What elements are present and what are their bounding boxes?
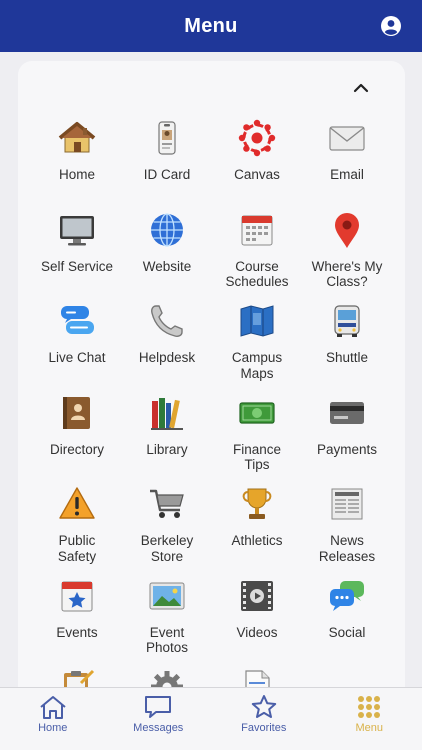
menu-item-email[interactable]: Email — [302, 117, 392, 209]
envelope-icon — [326, 117, 368, 159]
event-calendar-icon — [56, 575, 98, 617]
menu-item-finance-tips[interactable]: Finance Tips — [212, 392, 302, 484]
shopping-cart-icon — [146, 483, 188, 525]
app-header: Menu — [0, 0, 422, 52]
warning-icon — [56, 483, 98, 525]
menu-item-label: Payments — [316, 441, 378, 457]
menu-item-athletics[interactable]: Athletics — [212, 483, 302, 575]
menu-item-label: Canvas — [234, 167, 280, 182]
menu-item-label: Course Schedules — [225, 258, 289, 290]
menu-item-label: Berkeley Store — [140, 533, 194, 564]
account-circle-icon[interactable] — [381, 16, 401, 36]
menu-item-label: Website — [142, 258, 192, 274]
tab-favorites[interactable]: Favorites — [211, 688, 317, 750]
menu-item-label: ID Card — [143, 167, 191, 182]
phone-icon — [146, 300, 188, 342]
menu-item-social[interactable]: Social — [302, 575, 392, 667]
menu-item-label: Social — [328, 624, 366, 640]
menu-item-helpdesk[interactable]: Helpdesk — [122, 300, 212, 392]
menu-item-live-chat[interactable]: Live Chat — [32, 300, 122, 392]
menu-item-payments[interactable]: Payments — [302, 392, 392, 484]
menu-item-label: Helpdesk — [138, 350, 196, 365]
chat-bubbles-icon — [56, 300, 98, 342]
chevron-up-icon[interactable] — [350, 79, 372, 95]
menu-item-self-service[interactable]: Self Service — [32, 209, 122, 301]
menu-grid: Home ID Card Canvas Email Self Service W… — [32, 117, 392, 701]
menu-item-course-schedules[interactable]: Course Schedules — [212, 209, 302, 301]
message-bubble-icon — [145, 696, 172, 718]
menu-item-label: Event Photos — [145, 624, 189, 656]
folded-map-icon — [236, 300, 278, 342]
menu-item-website[interactable]: Website — [122, 209, 212, 301]
newspaper-icon — [326, 483, 368, 525]
menu-item-label: Finance Tips — [232, 441, 282, 473]
photo-icon — [146, 575, 188, 617]
menu-item-events[interactable]: Events — [32, 575, 122, 667]
calendar-icon — [236, 209, 278, 251]
menu-item-event-photos[interactable]: Event Photos — [122, 575, 212, 667]
tab-label: Favorites — [241, 722, 287, 734]
globe-icon — [146, 209, 188, 251]
menu-item-label: Where's My Class? — [311, 258, 383, 290]
menu-item-videos[interactable]: Videos — [212, 575, 302, 667]
menu-item-label: News Releases — [318, 533, 376, 564]
tab-label: Home — [38, 722, 68, 734]
star-outline-icon — [251, 695, 276, 718]
menu-item-home[interactable]: Home — [32, 117, 122, 209]
id-badge-icon — [146, 117, 188, 159]
menu-item-label: Events — [56, 624, 98, 640]
home-outline-icon — [40, 696, 66, 719]
menu-item-label: Public Safety — [57, 533, 97, 564]
menu-item-canvas[interactable]: Canvas — [212, 117, 302, 209]
grid-dots-icon — [358, 696, 381, 718]
menu-item-library[interactable]: Library — [122, 392, 212, 484]
menu-item-directory[interactable]: Directory — [32, 392, 122, 484]
menu-item-label: Email — [330, 167, 364, 182]
canvas-logo-icon — [236, 117, 278, 159]
credit-card-icon — [326, 392, 368, 434]
menu-item-label: Library — [146, 441, 188, 457]
menu-item-label: Campus Maps — [231, 350, 283, 381]
menu-item-label: Athletics — [231, 533, 283, 548]
money-icon — [236, 392, 278, 434]
tab-label: Menu — [355, 722, 384, 734]
menu-item-public-safety[interactable]: Public Safety — [32, 483, 122, 575]
menu-item-shuttle[interactable]: Shuttle — [302, 300, 392, 392]
menu-item-label: Live Chat — [48, 350, 106, 365]
trophy-icon — [236, 483, 278, 525]
address-book-icon — [56, 392, 98, 434]
menu-item-label: Home — [58, 167, 95, 182]
house-icon — [56, 117, 98, 159]
menu-item-label: Shuttle — [325, 350, 369, 365]
menu-item-berkeley-store[interactable]: Berkeley Store — [122, 483, 212, 575]
menu-card: Home ID Card Canvas Email Self Service W… — [18, 61, 405, 701]
bus-icon — [326, 300, 368, 342]
tab-menu[interactable]: Menu — [317, 688, 422, 750]
map-pin-icon — [326, 209, 368, 251]
menu-item-news-releases[interactable]: News Releases — [302, 483, 392, 575]
menu-item-label: Videos — [236, 624, 278, 640]
page-title: Menu — [184, 14, 238, 37]
tab-bar: Home Messages Favorites Menu — [0, 687, 422, 750]
film-icon — [236, 575, 278, 617]
books-icon — [146, 392, 188, 434]
menu-item-label: Directory — [49, 441, 104, 457]
monitor-icon — [56, 209, 98, 251]
tab-messages[interactable]: Messages — [106, 688, 212, 750]
menu-item-campus-maps[interactable]: Campus Maps — [212, 300, 302, 392]
menu-item-id-card[interactable]: ID Card — [122, 117, 212, 209]
tab-label: Messages — [133, 722, 184, 734]
social-chat-icon — [326, 575, 368, 617]
menu-item-label: Self Service — [40, 258, 114, 274]
menu-item-wheres-my-class[interactable]: Where's My Class? — [302, 209, 392, 301]
tab-home[interactable]: Home — [0, 688, 106, 750]
